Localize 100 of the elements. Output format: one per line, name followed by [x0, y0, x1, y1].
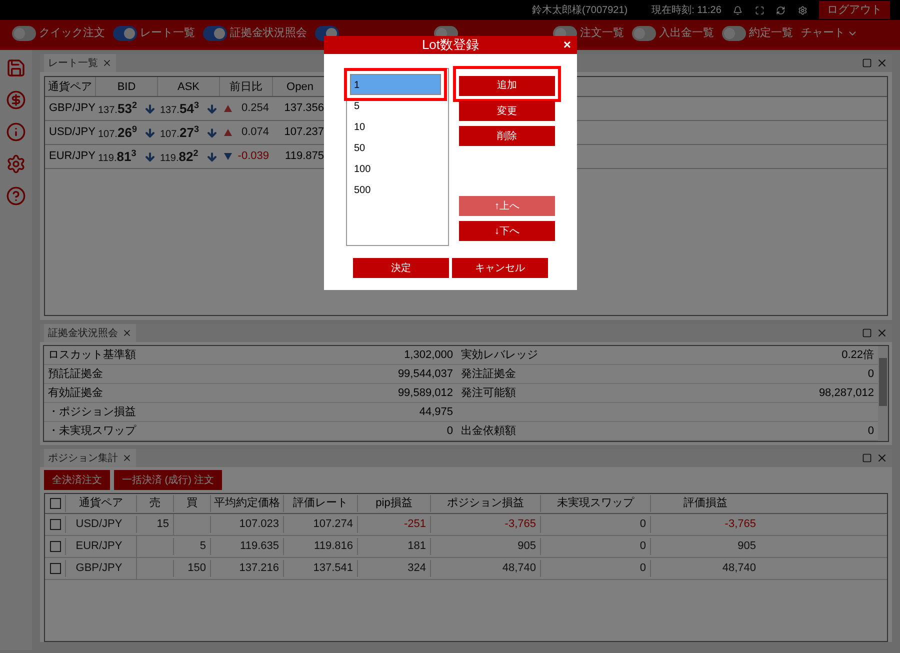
price-text: 107.27$^{3}$ [160, 123, 199, 142]
toggle-label: 注文一覧 [580, 26, 624, 42]
maximize-icon[interactable] [862, 58, 872, 68]
table-cell: GBP/JPY [65, 560, 136, 577]
table-cell: 324 [357, 560, 430, 577]
refresh-icon[interactable] [776, 4, 786, 16]
table-cell-text: 0.254 [241, 101, 269, 116]
toggle-label: 約定一覧 [749, 26, 793, 42]
label-cell-text: 預託証拠金 [47, 366, 104, 382]
table-cell-text: 119.875 [284, 149, 325, 164]
list-item[interactable]: 5 [351, 96, 436, 117]
close-icon[interactable] [122, 453, 132, 463]
column-header: pip損益 [357, 495, 430, 512]
table-cell: 15 [136, 516, 173, 533]
dialog-button[interactable]: キャンセル [452, 258, 548, 278]
table-cell: -3,765 [650, 516, 760, 533]
logout-button[interactable]: ログアウト [819, 1, 890, 19]
label-cell-text: 実効レバレッジ [460, 348, 539, 363]
settings-icon[interactable] [6, 154, 26, 174]
table-cell: -251 [357, 516, 430, 533]
table-cell-text: -0.039 [238, 149, 269, 164]
scrollbar[interactable] [878, 346, 888, 441]
dialog-button[interactable]: ↓下へ [459, 221, 555, 241]
toggle-switch[interactable] [722, 26, 746, 41]
currency-icon[interactable] [6, 90, 26, 110]
table-cell-text: GBP/JPY [48, 101, 96, 116]
close-icon[interactable] [122, 328, 132, 338]
price-text: 119.82$^{2}$ [160, 147, 198, 166]
value-cell-text: 0.22倍 [840, 348, 875, 363]
checkbox[interactable] [50, 563, 60, 574]
user-name: 鈴木太郎様(7007921) [532, 4, 628, 18]
checkbox[interactable] [50, 498, 60, 509]
checkbox[interactable] [50, 519, 60, 530]
close-icon[interactable] [876, 327, 888, 339]
help-icon[interactable] [6, 186, 26, 206]
column-header: 売 [136, 495, 173, 512]
column-header: 買 [173, 495, 210, 512]
column-header: 通貨ペア [65, 495, 136, 512]
table-cell: 137.541 [283, 560, 357, 577]
close-icon[interactable] [876, 452, 888, 464]
list-item[interactable]: 100 [351, 159, 436, 180]
chart-menu[interactable]: チャート [801, 25, 858, 42]
dialog-button[interactable]: 変更 [459, 101, 555, 121]
list-item[interactable]: 10 [351, 117, 436, 138]
bell-icon[interactable] [733, 4, 743, 16]
list-item[interactable]: 50 [351, 138, 436, 159]
table-cell: -3,765 [430, 516, 540, 533]
label-cell-text: ・ポジション損益 [47, 404, 137, 420]
maximize-icon[interactable] [862, 328, 872, 338]
close-button[interactable]: × [563, 36, 571, 54]
table-cell-text: 0.074 [241, 125, 269, 140]
table-cell: 48,740 [650, 560, 760, 577]
dialog-button[interactable]: 決定 [353, 258, 449, 278]
table-cell-text: EUR/JPY [48, 149, 96, 164]
table-cell: 0 [540, 538, 650, 555]
table-cell: 0 [540, 560, 650, 577]
toggle-switch[interactable] [632, 26, 656, 41]
dialog-title: Lot数登録 [422, 36, 480, 54]
label-cell-text: ・未実現スワップ [47, 424, 138, 439]
toggle-switch[interactable] [12, 26, 36, 41]
label-cell-text: 発注可能額 [460, 386, 517, 401]
table-cell-text: 107.237 [283, 125, 325, 140]
table-cell: 48,740 [430, 560, 540, 577]
label-cell-text: 有効証拠金 [47, 386, 104, 401]
table-cell: 107.274 [283, 516, 357, 533]
checkbox[interactable] [50, 541, 60, 552]
value-cell-text: 0 [866, 366, 875, 382]
close-icon[interactable] [876, 57, 888, 69]
value-cell-text: 98,287,012 [818, 386, 875, 401]
maximize-icon[interactable] [862, 453, 872, 463]
price-text: 137.53$^{2}$ [98, 99, 137, 118]
toggle-switch[interactable] [113, 26, 137, 41]
toggle-switch[interactable] [203, 26, 227, 41]
info-icon[interactable] [6, 122, 26, 142]
table-cell-text: 137.356 [283, 101, 325, 116]
value-cell-text: 1,302,000 [403, 348, 454, 363]
table-cell: 0 [540, 516, 650, 533]
save-icon[interactable] [6, 58, 26, 78]
value-cell-text: 44,975 [418, 404, 454, 420]
column-header: ASK [158, 77, 220, 96]
toggle-label: 入出金一覧 [659, 26, 714, 42]
column-header: 通貨ペア [45, 77, 96, 96]
close-icon[interactable] [102, 58, 112, 68]
price-text: 119.81$^{3}$ [98, 147, 136, 166]
list-item[interactable]: 500 [351, 180, 436, 201]
column-header: ポジション損益 [430, 495, 540, 512]
fullscreen-icon[interactable] [754, 4, 764, 16]
list-item[interactable]: 1 [350, 74, 441, 95]
dialog-button[interactable]: 追加 [459, 76, 555, 96]
value-cell-text: 0 [866, 424, 875, 439]
price-text: 107.26$^{9}$ [98, 123, 137, 142]
table-cell: 137.216 [210, 560, 283, 577]
value-cell-text: 0 [446, 424, 454, 439]
action-button[interactable]: 全決済注文 [44, 470, 110, 490]
dialog-button[interactable]: 削除 [459, 126, 555, 146]
table-cell: USD/JPY [65, 516, 136, 533]
table-cell: 119.635 [210, 538, 283, 555]
action-button[interactable]: 一括決済 (成行) 注文 [114, 470, 222, 490]
value-cell-text: 99,544,037 [396, 366, 454, 382]
table-cell: 107.023 [210, 516, 283, 533]
